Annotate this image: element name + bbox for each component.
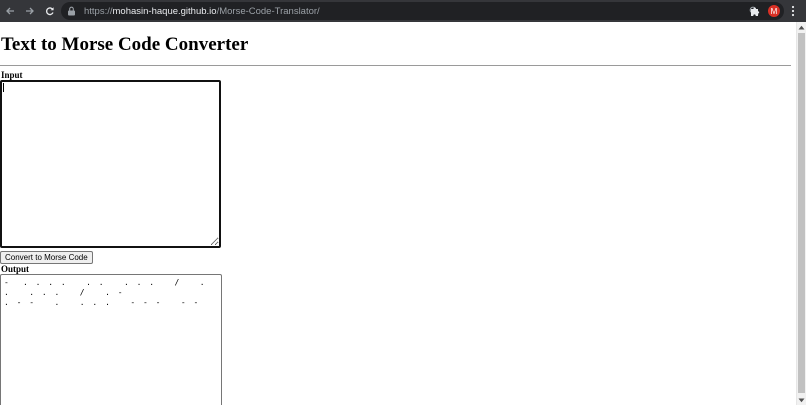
url-host: mohasin-haque.github.io	[112, 5, 217, 17]
forward-button[interactable]	[20, 0, 40, 22]
browser-toolbar: https://mohasin-haque.github.io/Morse-Co…	[0, 0, 806, 22]
input-label: Input	[1, 70, 23, 80]
extensions-button[interactable]	[745, 2, 765, 20]
scroll-up-button[interactable]	[797, 22, 806, 32]
profile-button[interactable]: M	[764, 2, 784, 20]
reload-icon	[46, 7, 54, 16]
divider	[0, 65, 791, 66]
scroll-down-button[interactable]	[797, 395, 806, 405]
triangle-down-icon	[798, 398, 805, 402]
text-caret	[3, 83, 4, 92]
lock-icon[interactable]	[67, 6, 76, 16]
three-dots-vertical-icon	[791, 5, 795, 17]
page-viewport: Text to Morse Code Converter Input Conve…	[0, 22, 796, 405]
avatar: M	[768, 5, 780, 17]
browser-menu-button[interactable]	[788, 0, 798, 22]
page-scrollbar[interactable]	[796, 22, 806, 405]
input-textarea[interactable]	[0, 80, 221, 248]
reload-button[interactable]	[40, 0, 60, 22]
triangle-up-icon	[798, 25, 805, 29]
page-title: Text to Morse Code Converter	[1, 34, 249, 55]
address-bar[interactable]: https://mohasin-haque.github.io/Morse-Co…	[61, 2, 784, 20]
back-button[interactable]	[0, 0, 20, 22]
arrow-right-icon	[26, 7, 34, 15]
output-label: Output	[1, 264, 30, 274]
output-textarea[interactable]: - . . . . . . . . . / . . . . . / . - . …	[0, 274, 222, 405]
url-path: /Morse-Code-Translator/	[216, 5, 320, 17]
url-scheme: https://	[84, 5, 113, 17]
puzzle-piece-icon	[750, 6, 759, 16]
convert-button[interactable]: Convert to Morse Code	[0, 251, 93, 264]
scrollbar-thumb[interactable]	[798, 33, 805, 393]
arrow-left-icon	[6, 7, 14, 15]
